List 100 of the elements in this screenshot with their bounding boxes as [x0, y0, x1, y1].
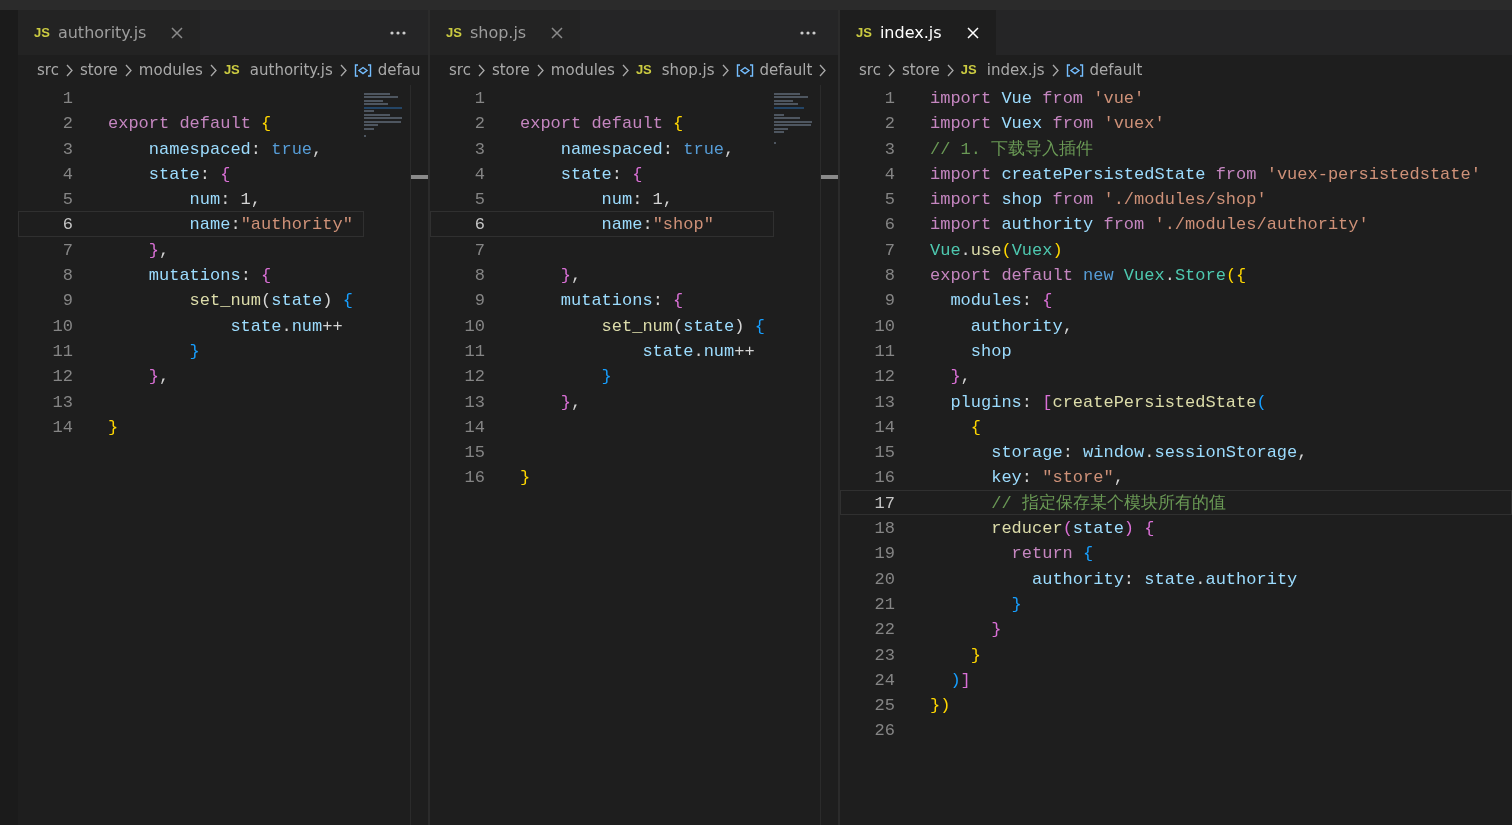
code-text: mutations: {	[147, 265, 272, 287]
code-text: num: 1,	[188, 189, 262, 211]
chevron-icon	[123, 62, 133, 78]
chevron-icon	[208, 62, 218, 78]
file-type-icon: JS	[223, 60, 240, 80]
line-number: 3	[473, 138, 486, 160]
breadcrumb-item[interactable]: shop.js	[661, 58, 715, 82]
code-text: import createPersistedState from 'vuex-persistedstate'	[930, 163, 1481, 186]
line-number: 8	[61, 265, 74, 287]
line-number: 2	[883, 113, 896, 135]
chevron-icon	[1050, 62, 1060, 78]
line-number: 25	[873, 695, 896, 717]
code-text: shop	[969, 340, 1012, 363]
breadcrumb-item[interactable]: store	[901, 58, 940, 82]
line-number: 1	[61, 88, 74, 110]
line-number: 13	[873, 391, 896, 413]
line-number: 11	[51, 340, 74, 363]
line-number: 5	[61, 189, 74, 211]
line-number: 20	[873, 568, 896, 590]
chevron-icon	[720, 62, 730, 78]
line-number: 13	[463, 391, 486, 413]
code-text: state.num++	[641, 340, 755, 363]
scrollbar-thumb[interactable]	[411, 175, 428, 179]
code-text: num: 1,	[600, 189, 674, 211]
code-text: )]	[949, 669, 971, 692]
line-number: 8	[473, 265, 486, 287]
line-number: 14	[51, 416, 74, 439]
breadcrumb-item[interactable]: defau	[377, 58, 421, 82]
breadcrumb-item[interactable]: modules	[550, 58, 615, 82]
breadcrumb-item[interactable]: modules	[138, 58, 203, 82]
line-number: 15	[463, 442, 486, 464]
code-text: modules: {	[949, 290, 1053, 312]
code-text: authority,	[969, 315, 1073, 337]
more-actions-icon[interactable]	[800, 30, 816, 35]
breadcrumb-item[interactable]: default	[759, 58, 813, 82]
line-number: 6	[883, 214, 896, 236]
code-text: }	[969, 644, 981, 666]
line-number: 7	[883, 239, 896, 262]
file-type-icon: JS	[960, 60, 977, 80]
line-number: 9	[883, 290, 896, 312]
code-text: import Vuex from 'vuex'	[930, 113, 1165, 135]
breadcrumb-item[interactable]: default	[1089, 58, 1143, 82]
chevron-icon	[945, 62, 955, 78]
line-number: 5	[883, 189, 896, 211]
line-number: 10	[51, 315, 74, 337]
chevron-icon	[476, 62, 486, 78]
code-text: }	[600, 366, 612, 388]
code-text: }	[1010, 593, 1022, 616]
line-number: 2	[61, 113, 74, 135]
line-number: 4	[61, 163, 74, 186]
code-text: },	[147, 366, 170, 388]
line-number: 4	[883, 163, 896, 186]
line-number: 4	[473, 163, 486, 186]
line-number: 13	[51, 391, 74, 413]
line-number: 9	[473, 290, 486, 312]
line-number: 19	[873, 543, 896, 565]
code-text: set_num(state) {	[600, 315, 765, 337]
line-number: 3	[61, 138, 74, 160]
line-number: 16	[873, 467, 896, 489]
line-number: 26	[873, 720, 896, 742]
code-text: return {	[1010, 543, 1094, 565]
code-text: import shop from './modules/shop'	[930, 189, 1267, 211]
line-number: 9	[61, 290, 74, 312]
symbol-icon	[1065, 62, 1084, 78]
line-number: 7	[473, 239, 486, 262]
code-text: state.num++	[229, 315, 343, 337]
line-number: 16	[463, 467, 486, 489]
line-number: 11	[873, 340, 896, 363]
breadcrumb-item[interactable]: authority.js	[249, 58, 333, 82]
chevron-icon	[64, 62, 74, 78]
code-text: }	[520, 467, 531, 489]
code-text: },	[559, 265, 582, 287]
code-text: name:"shop"	[600, 214, 714, 236]
breadcrumb-item[interactable]: src	[449, 58, 471, 82]
line-number: 10	[873, 315, 896, 337]
code-text: },	[559, 391, 582, 413]
more-actions-icon[interactable]	[390, 30, 406, 35]
breadcrumb-item[interactable]: store	[79, 58, 118, 82]
line-number: 15	[873, 442, 896, 464]
breadcrumb-item[interactable]: index.js	[986, 58, 1045, 82]
chevron-icon	[535, 62, 545, 78]
code-text: mutations: {	[559, 290, 684, 312]
line-number: 24	[873, 669, 896, 692]
line-number: 23	[873, 644, 896, 666]
line-number: 17	[873, 492, 896, 515]
symbol-icon	[735, 62, 754, 78]
code-text: namespaced: true,	[559, 138, 735, 160]
breadcrumb-item[interactable]: src	[859, 58, 881, 82]
breadcrumb-item[interactable]: src	[37, 58, 59, 82]
code-text: key: "store",	[990, 467, 1124, 489]
code-text: state: {	[559, 163, 643, 186]
file-tab[interactable]: JS index.js	[840, 10, 996, 55]
line-number: 22	[873, 619, 896, 641]
line-number: 6	[61, 214, 74, 236]
breadcrumb-item[interactable]: store	[491, 58, 530, 82]
line-number: 2	[473, 113, 486, 135]
scrollbar-thumb[interactable]	[821, 175, 838, 179]
line-number: 12	[873, 366, 896, 388]
code-text: },	[949, 366, 971, 388]
code-text: set_num(state) {	[188, 290, 353, 312]
